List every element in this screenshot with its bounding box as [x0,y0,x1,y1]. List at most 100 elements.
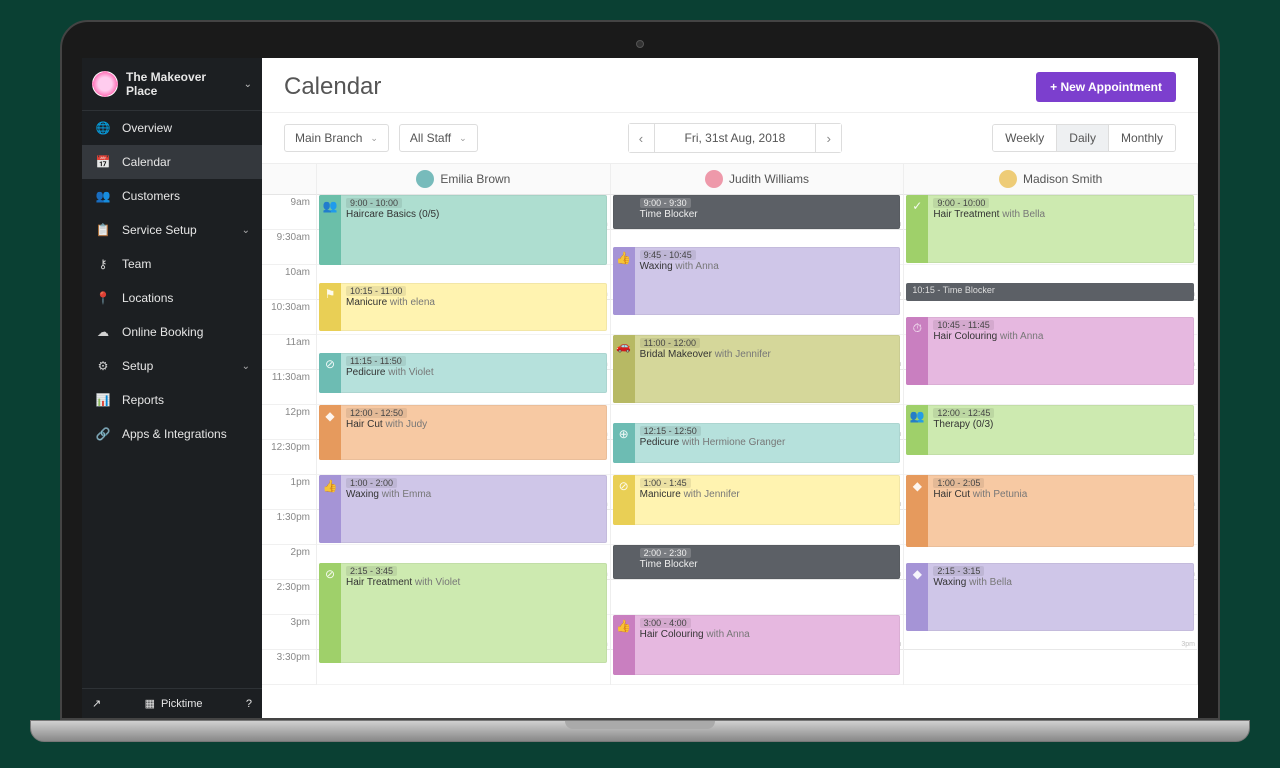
appointment-with: with Jennifer [684,489,740,500]
time-label: 11am [262,335,316,370]
appointment[interactable]: ⏱10:45 - 11:45Hair Colouring with Anna [906,317,1194,385]
time-label: 12pm [262,405,316,440]
appointment[interactable]: ◆1:00 - 2:05Hair Cut with Petunia [906,475,1194,547]
appointment-with: with Bella [1002,209,1045,220]
appointment-time: 1:00 - 2:00 [346,478,397,488]
brand[interactable]: ▦ Picktime [111,697,236,710]
appointment-body: 10:45 - 11:45Hair Colouring with Anna [928,317,1194,385]
appointment-icon: 👍 [319,475,341,543]
staff-column-header[interactable]: Madison Smith [904,164,1198,195]
appointment-time: 11:00 - 12:00 [640,338,700,348]
appointment[interactable]: ⊘2:15 - 3:45Hair Treatment with Violet [319,563,607,663]
sidebar-item-calendar[interactable]: 📅Calendar [82,145,262,179]
time-label: 9am [262,195,316,230]
appointment[interactable]: ⚑10:15 - 11:00Manicure with elena [319,283,607,331]
sidebar-item-online-booking[interactable]: ☁Online Booking [82,315,262,349]
nav-icon: ⚷ [94,257,112,271]
sidebar-item-overview[interactable]: 🌐Overview [82,111,262,145]
appointment[interactable]: ◆12:00 - 12:50Hair Cut with Judy [319,405,607,460]
appointment-title: Pedicure [346,367,385,378]
view-switch: WeeklyDailyMonthly [992,124,1176,152]
calendar-grid[interactable]: Emilia BrownJudith WilliamsMadison Smith… [262,164,1198,718]
sidebar-nav: 🌐Overview📅Calendar👥Customers📋Service Set… [82,111,262,688]
appointment-with: with Violet [388,367,433,378]
appointment-body: 9:00 - 10:00Haircare Basics (0/5) [341,195,607,265]
new-appointment-button[interactable]: + New Appointment [1036,72,1176,102]
appointment-title: Hair Colouring [640,629,704,640]
nav-label: Overview [122,121,172,135]
appointment-title: Waxing [640,261,673,272]
appointment-title: Pedicure [640,437,679,448]
appointment[interactable]: ✓9:00 - 10:00Hair Treatment with Bella [906,195,1194,263]
appointment-icon: 🚗 [613,335,635,403]
workspace-switcher[interactable]: The Makeover Place ⌄ [82,58,262,111]
sidebar: The Makeover Place ⌄ 🌐Overview📅Calendar👥… [82,58,262,718]
appointment-icon: ◆ [906,475,928,547]
appointment[interactable]: 👍 1:00 - 2:00Waxing with Emma [319,475,607,543]
appointment-with: with Violet [415,577,460,588]
sidebar-item-locations[interactable]: 📍Locations [82,281,262,315]
current-date[interactable]: Fri, 31st Aug, 2018 [655,131,816,145]
branch-label: Main Branch [295,131,362,145]
staff-column[interactable]: 9am10am11am12pm1pm2pm3pm✓9:00 - 10:00Hai… [904,195,1198,685]
appointment[interactable]: 👥12:00 - 12:45Therapy (0/3) [906,405,1194,455]
help-icon[interactable]: ? [246,698,252,710]
appointment[interactable]: 🚗 11:00 - 12:00Bridal Makeover with Jenni… [613,335,901,403]
staff-column[interactable]: 9am10am11am12pm1pm2pm3pm9:00 - 9:30Time … [611,195,905,685]
appointment[interactable]: ⊘1:00 - 1:45Manicure with Jennifer [613,475,901,525]
appointment-icon: 👍 [613,615,635,675]
view-monthly[interactable]: Monthly [1109,125,1175,151]
staff-column[interactable]: 9am10am11am12pm1pm2pm3pm👥9:00 - 10:00Hai… [317,195,611,685]
time-label: 1pm [262,475,316,510]
sidebar-item-apps-integrations[interactable]: 🔗Apps & Integrations [82,417,262,451]
appointment-time: 12:00 - 12:45 [933,408,994,418]
view-daily[interactable]: Daily [1057,125,1109,151]
appointment-title: Therapy (0/3) [933,419,993,430]
time-blocker[interactable]: 10:15 - Time Blocker [906,283,1194,301]
time-blocker[interactable]: 2:00 - 2:30Time Blocker [613,545,901,579]
branch-dropdown[interactable]: Main Branch ⌄ [284,124,389,152]
sidebar-item-service-setup[interactable]: 📋Service Setup⌄ [82,213,262,247]
appointment[interactable]: 👥9:00 - 10:00Haircare Basics (0/5) [319,195,607,265]
appointment-icon: 👥 [319,195,341,265]
appointment[interactable]: 👍9:45 - 10:45Waxing with Anna [613,247,901,315]
appointment-with: with Jennifer [715,349,771,360]
laptop-base [30,720,1250,742]
sidebar-item-reports[interactable]: 📊Reports [82,383,262,417]
appointment-with: with Emma [382,489,431,500]
nav-icon: 📅 [94,155,112,169]
sidebar-item-customers[interactable]: 👥Customers [82,179,262,213]
external-link-icon[interactable]: ↗ [92,697,101,710]
nav-icon: 📍 [94,291,112,305]
sidebar-item-team[interactable]: ⚷Team [82,247,262,281]
staff-column-header[interactable]: Judith Williams [611,164,905,195]
date-navigator: ‹ Fri, 31st Aug, 2018 › [628,123,843,153]
appointment-title: Haircare Basics (0/5) [346,209,439,220]
appointment[interactable]: ⊘11:15 - 11:50Pedicure with Violet [319,353,607,393]
appointment-time: 1:00 - 1:45 [640,478,691,488]
appointment-body: 10:15 - 11:00Manicure with elena [341,283,607,331]
time-blocker[interactable]: 9:00 - 9:30Time Blocker [613,195,901,229]
appointment-title: Waxing [346,489,379,500]
view-weekly[interactable]: Weekly [993,125,1057,151]
next-day-button[interactable]: › [815,124,841,152]
appointment-time: 2:15 - 3:45 [346,566,397,576]
time-label: 2pm [262,545,316,580]
appointment[interactable]: ⊕12:15 - 12:50Pedicure with Hermione Gra… [613,423,901,463]
staff-label: All Staff [410,131,451,145]
appointment[interactable]: ◆2:15 - 3:15Waxing with Bella [906,563,1194,631]
avatar-icon [999,170,1017,188]
prev-day-button[interactable]: ‹ [629,124,655,152]
time-label: 3:30pm [262,650,316,685]
nav-label: Setup [122,359,153,373]
appointment-title: Time Blocker [640,209,698,220]
appointment-body: 12:00 - 12:50Hair Cut with Judy [341,405,607,460]
staff-dropdown[interactable]: All Staff ⌄ [399,124,478,152]
nav-icon: ☁ [94,325,112,339]
time-label: 11:30am [262,370,316,405]
sidebar-item-setup[interactable]: ⚙Setup⌄ [82,349,262,383]
appointment-title: Bridal Makeover [640,349,712,360]
appointment[interactable]: 👍3:00 - 4:00Hair Colouring with Anna [613,615,901,675]
staff-column-header[interactable]: Emilia Brown [317,164,611,195]
brand-icon: ▦ [145,697,155,710]
